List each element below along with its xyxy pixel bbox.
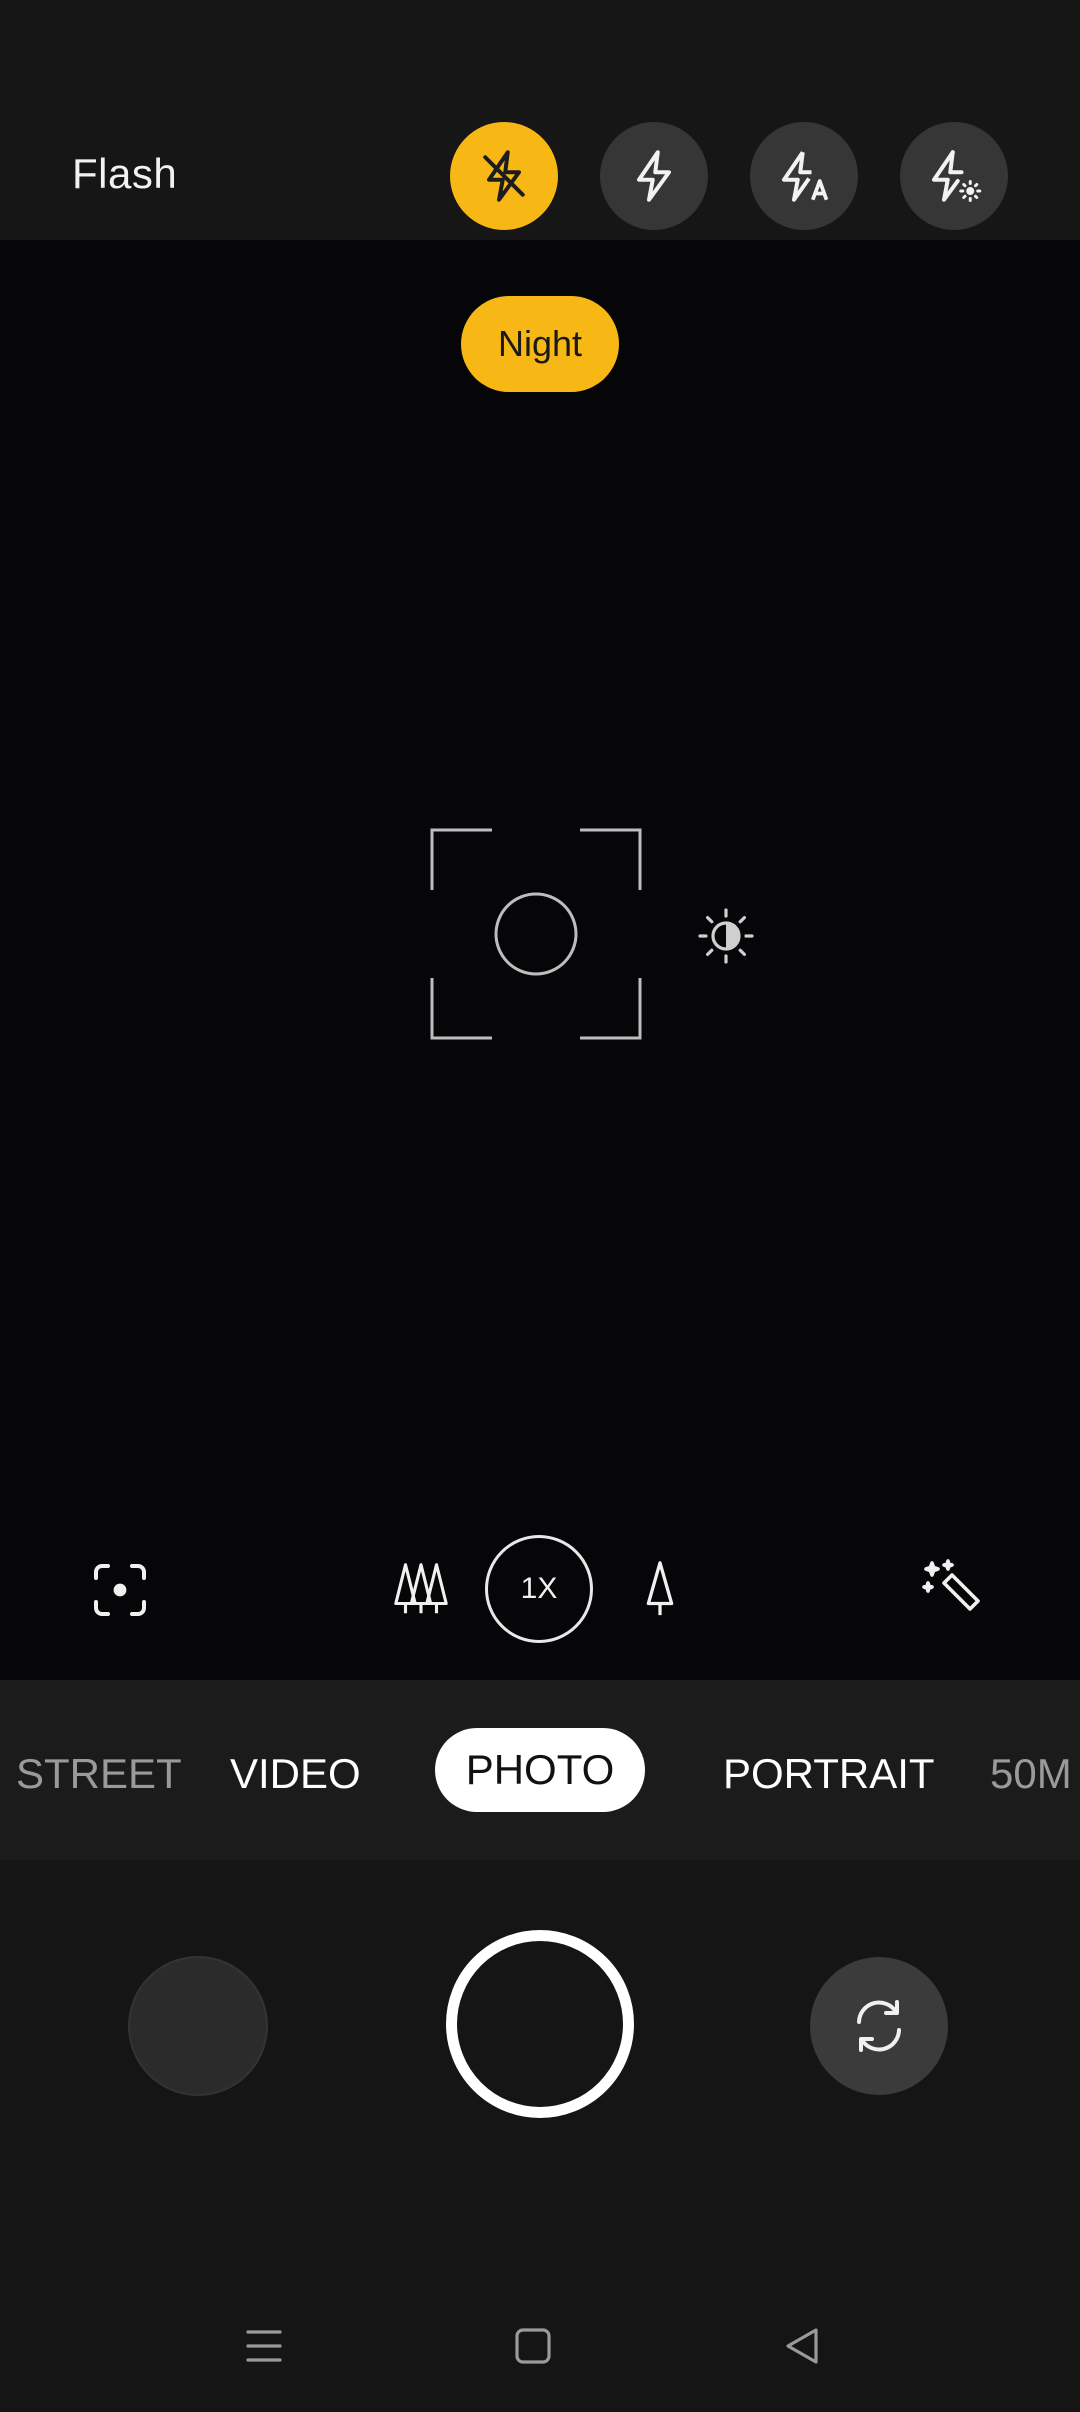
scan-lens-icon[interactable]: [90, 1560, 150, 1620]
mode-50m[interactable]: 50M: [990, 1750, 1072, 1798]
mode-street[interactable]: STREET: [16, 1750, 182, 1798]
flash-bar: Flash: [0, 0, 1080, 240]
mode-portrait[interactable]: PORTRAIT: [723, 1750, 935, 1798]
exposure-icon[interactable]: [694, 904, 758, 968]
shutter-button[interactable]: [446, 1930, 634, 2118]
flash-on-button[interactable]: [600, 122, 708, 230]
switch-camera-button[interactable]: [810, 1957, 948, 2095]
back-icon[interactable]: [778, 2322, 826, 2370]
single-tree-icon[interactable]: [634, 1557, 686, 1619]
flash-auto-button[interactable]: [750, 122, 858, 230]
flash-on-icon: [637, 150, 671, 202]
flash-auto-icon: [782, 151, 829, 202]
flash-torch-icon: [932, 150, 982, 202]
gallery-thumbnail[interactable]: [128, 1956, 268, 2096]
mode-photo[interactable]: PHOTO: [435, 1728, 645, 1812]
ultra-wide-trees-icon[interactable]: [390, 1557, 452, 1619]
zoom-1x-button[interactable]: 1X: [485, 1535, 593, 1643]
flash-label: Flash: [72, 150, 178, 197]
magic-wand-icon[interactable]: [920, 1557, 984, 1621]
menu-icon[interactable]: [240, 2322, 288, 2370]
flash-torch-button[interactable]: [900, 122, 1008, 230]
switch-camera-icon: [857, 2000, 901, 2052]
home-icon[interactable]: [509, 2322, 557, 2370]
focus-frame-icon: [430, 828, 642, 1040]
night-mode-badge[interactable]: Night: [461, 296, 619, 392]
flash-off-button[interactable]: [450, 122, 558, 230]
mode-video[interactable]: VIDEO: [230, 1750, 361, 1798]
camera-screen: Flash Night 1X STREET VIDEO PHOTO PORTRA…: [0, 0, 1080, 2412]
flash-off-icon: [483, 150, 525, 202]
